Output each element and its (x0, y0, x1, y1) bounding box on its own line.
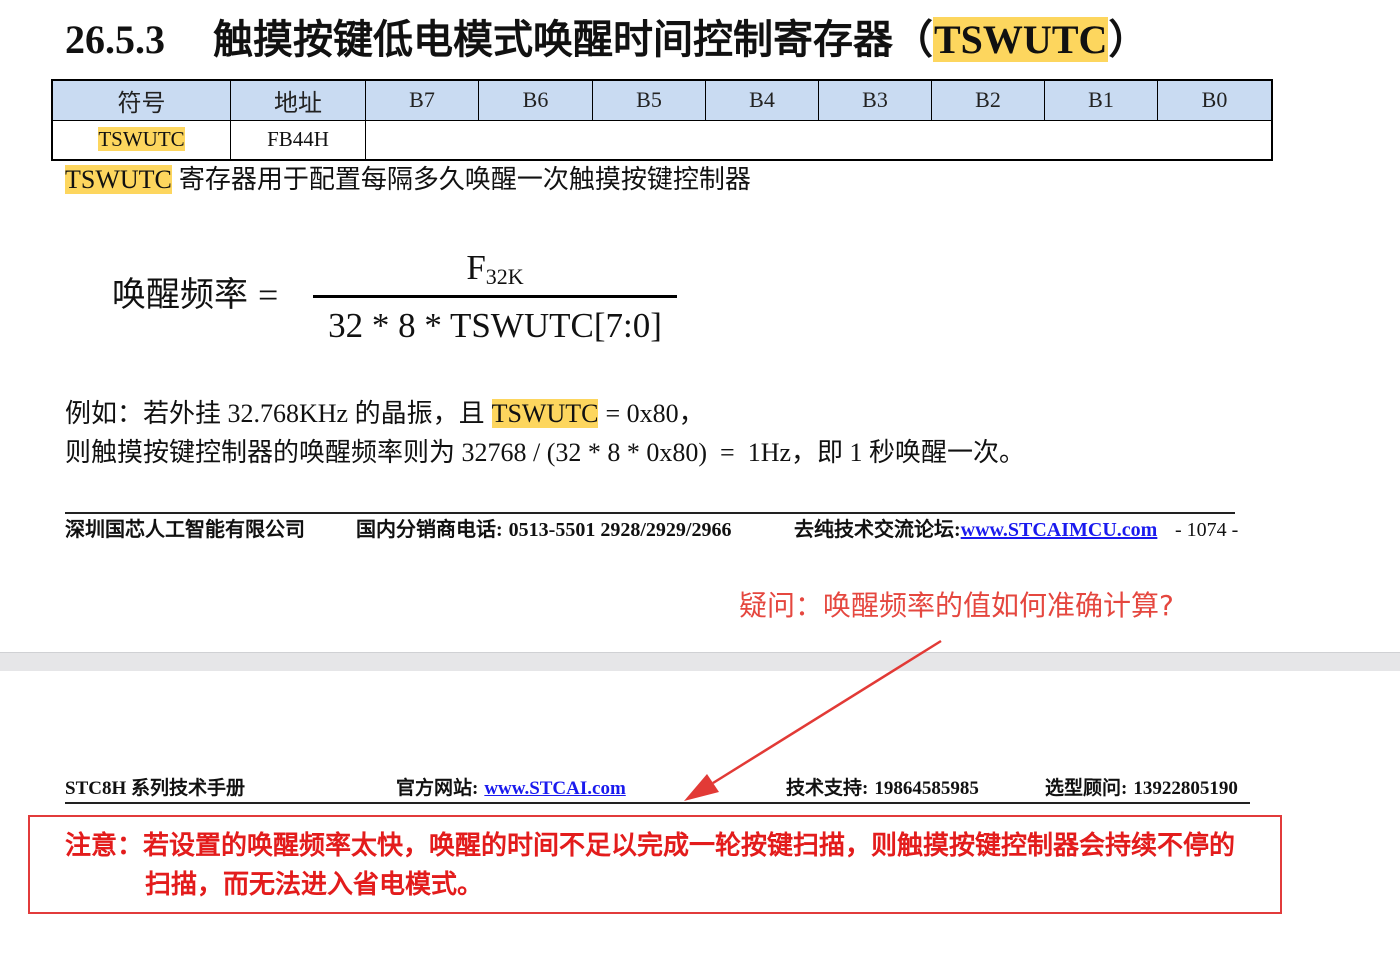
header-b5: B5 (592, 79, 706, 121)
header-b4: B4 (705, 79, 819, 121)
table-row: TSWUTC FB44H (51, 119, 1273, 161)
example-line-2: 则触摸按键控制器的唤醒频率则为 32768 / (32 * 8 * 0x80) … (65, 438, 1026, 467)
formula-equals: = (258, 275, 279, 315)
example-line-1-suffix: = 0x80， (605, 399, 705, 428)
footer-company: 深圳国芯人工智能有限公司 (65, 519, 305, 541)
header-b3: B3 (818, 79, 932, 121)
register-symbol: TSWUTC (98, 127, 185, 152)
header-b0: B0 (1157, 79, 1273, 121)
cell-symbol: TSWUTC (51, 119, 231, 161)
cell-address: FB44H (230, 119, 366, 161)
section-number: 26.5.3 (65, 17, 165, 62)
question-annotation: 疑问：唤醒频率的值如何准确计算? (739, 589, 1174, 622)
header-advisor-label: 选型顾问: (1045, 778, 1128, 799)
header-support-label: 技术支持: (786, 778, 869, 799)
header-website-label: 官方网站: (396, 778, 479, 799)
header-support-phone: 19864585985 (874, 778, 979, 799)
footer-phone-label: 国内分销商电话: (356, 519, 503, 541)
formula-numerator: F32K (313, 243, 677, 293)
footer-phone-numbers: 0513-5501 2928/2929/2966 (508, 519, 732, 541)
page-gap (0, 652, 1400, 671)
example-register: TSWUTC (491, 399, 599, 428)
footer-divider (65, 512, 1235, 514)
formula-fraction: F32K 32 * 8 * TSWUTC[7:0] (313, 243, 677, 354)
header-divider (65, 802, 1250, 804)
section-title-register: TSWUTC (933, 17, 1109, 62)
register-table: 符号 地址 B7 B6 B5 B4 B3 B2 B1 B0 TSWUTC FB4… (51, 79, 1273, 161)
forum-link[interactable]: www.STCAIMCU.com (961, 519, 1158, 541)
website-link[interactable]: www.STCAI.com (484, 778, 625, 799)
header-website: 官方网站: www.STCAI.com (396, 777, 626, 801)
note-line-2: 扫描，而无法进入省电模式。 (145, 870, 484, 899)
section-title-close: ） (1108, 17, 1149, 62)
register-table-header-row: 符号 地址 B7 B6 B5 B4 B3 B2 B1 B0 (51, 79, 1273, 121)
header-support: 技术支持: 19864585985 (786, 777, 979, 801)
numerator-subscript: 32K (485, 264, 524, 289)
header-advisor: 选型顾问: 13922805190 (1045, 777, 1238, 801)
header-manual-title: STC8H 系列技术手册 (65, 778, 245, 799)
page-number: - 1074 - (1175, 519, 1239, 541)
document-page-2: STC8H 系列技术手册 官方网站: www.STCAI.com 技术支持: 198… (0, 671, 1400, 965)
formula-denominator: 32 * 8 * TSWUTC[7:0] (328, 306, 662, 345)
document-viewer: 26.5.3 触摸按键低电模式唤醒时间控制寄存器（TSWUTC） 符号 地址 B… (0, 0, 1400, 965)
header-b2: B2 (931, 79, 1045, 121)
formula-lhs: 唤醒频率 (112, 277, 248, 314)
description-text: 寄存器用于配置每隔多久唤醒一次触摸按键控制器 (178, 165, 751, 194)
numerator-base: F (466, 248, 486, 287)
cell-bits (365, 119, 1273, 161)
footer-forum: 去纯技术交流论坛:www.STCAIMCU.com (794, 518, 1157, 542)
document-page-1: 26.5.3 触摸按键低电模式唤醒时间控制寄存器（TSWUTC） 符号 地址 B… (0, 0, 1400, 652)
header-b1: B1 (1044, 79, 1158, 121)
footer-phone: 国内分销商电话: 0513-5501 2928/2929/2966 (356, 518, 731, 542)
section-title-text: 触摸按键低电模式唤醒时间控制寄存器（ (213, 17, 933, 62)
footer-forum-label: 去纯技术交流论坛: (794, 519, 961, 541)
header-advisor-phone: 13922805190 (1133, 778, 1238, 799)
description-register: TSWUTC (65, 165, 172, 194)
header-symbol: 符号 (51, 79, 231, 121)
section-title: 触摸按键低电模式唤醒时间控制寄存器（TSWUTC） (213, 14, 1148, 66)
header-address: 地址 (230, 79, 366, 121)
header-b7: B7 (365, 79, 479, 121)
note-box: 注意：若设置的唤醒频率太快，唤醒的时间不足以完成一轮按键扫描，则触摸按键控制器会… (28, 815, 1282, 914)
header-b6: B6 (478, 79, 593, 121)
example-line-1-prefix: 例如：若外挂 32.768KHz 的晶振，且 (65, 399, 485, 428)
note-line-1: 注意：若设置的唤醒频率太快，唤醒的时间不足以完成一轮按键扫描，则触摸按键控制器会… (65, 831, 1236, 860)
example-line-1: 例如：若外挂 32.768KHz 的晶振，且 TSWUTC = 0x80， (65, 394, 705, 433)
register-description: TSWUTC 寄存器用于配置每隔多久唤醒一次触摸按键控制器 (65, 164, 751, 196)
